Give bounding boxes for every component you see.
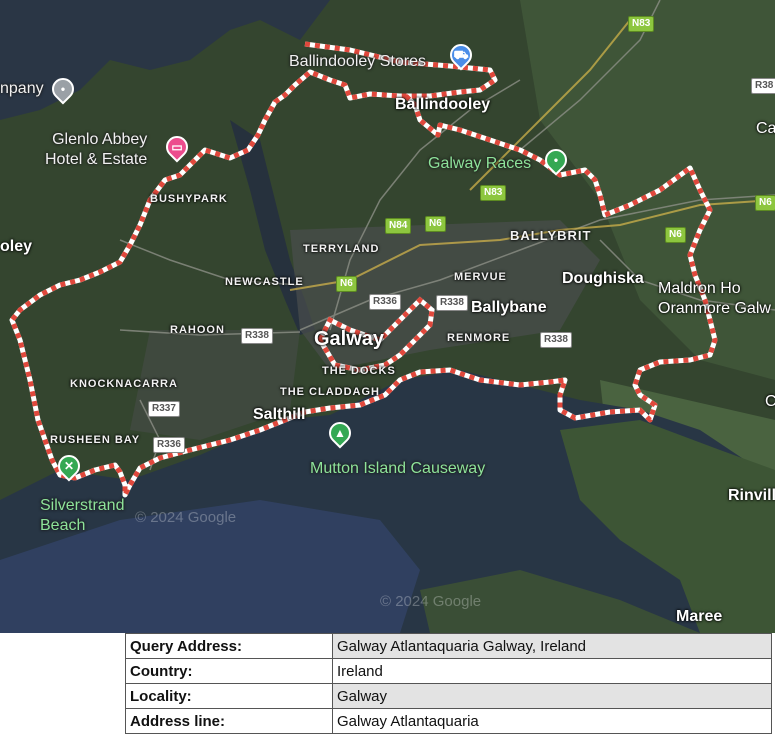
table-row: Locality: Galway <box>125 683 772 709</box>
place-ballindooley: Ballindooley <box>395 96 491 113</box>
area-ballybrit: BALLYBRIT <box>510 228 592 243</box>
place-right-edge-c: C <box>765 393 775 410</box>
road-shield-r336-b: R336 <box>153 437 185 453</box>
poi-ballindooley-stores-label[interactable]: Ballindooley Stores <box>289 53 426 71</box>
place-ballybane: Ballybane <box>471 299 547 316</box>
poi-silverstrand-label[interactable]: Silverstrand Beach <box>40 496 124 536</box>
place-rinville: Rinvill <box>728 487 775 504</box>
place-maree: Maree <box>676 608 723 625</box>
road-shield-n6-b: N6 <box>336 276 357 292</box>
poi-glenlo-abbey-label[interactable]: Glenlo Abbey Hotel & Estate <box>45 130 147 170</box>
area-rahoon: RAHOON <box>170 324 225 336</box>
address-info-table: Query Address: Galway Atlantaquaria Galw… <box>125 633 772 734</box>
road-shield-r338-a: R338 <box>241 328 273 344</box>
table-row: Query Address: Galway Atlantaquaria Galw… <box>125 633 772 659</box>
area-renmore: RENMORE <box>447 332 511 344</box>
road-shield-n83-top: N83 <box>628 16 655 32</box>
road-shield-r338-b: R338 <box>436 295 468 311</box>
road-shield-r338-c: R338 <box>540 332 572 348</box>
road-shield-n6-c: N6 <box>665 227 686 243</box>
road-shield-n83-mid: N83 <box>480 185 507 201</box>
area-mervue: MERVUE <box>454 271 507 283</box>
area-bushypark: BUSHYPARK <box>150 193 228 205</box>
table-value-country: Ireland <box>332 658 772 684</box>
road-shield-r337: R337 <box>148 401 180 417</box>
table-key-country: Country: <box>125 658 333 684</box>
road-shield-n6-right: N6 <box>755 195 775 211</box>
area-newcastle: NEWCASTLE <box>225 276 304 288</box>
table-value-query-address: Galway Atlantaquaria Galway, Ireland <box>332 633 772 659</box>
table-row: Address line: Galway Atlantaquaria <box>125 708 772 734</box>
area-rusheen-bay: RUSHEEN BAY <box>50 434 141 446</box>
road-shield-n6-a: N6 <box>425 216 446 232</box>
map-view[interactable]: Galway Doughiska Ballybane Ballindooley … <box>0 0 775 633</box>
table-row: Country: Ireland <box>125 658 772 684</box>
table-key-address-line: Address line: <box>125 708 333 734</box>
poi-mutton-island-label[interactable]: Mutton Island Causeway <box>310 460 485 478</box>
road-shield-r336-a: R336 <box>369 294 401 310</box>
place-galway: Galway <box>314 328 385 350</box>
table-key-locality: Locality: <box>125 683 333 709</box>
area-the-docks: THE DOCKS <box>322 365 396 377</box>
table-value-locality: Galway <box>332 683 772 709</box>
place-salthill: Salthill <box>253 406 306 423</box>
area-knocknacarra: KNOCKNACARRA <box>70 378 178 390</box>
map-watermark: © 2024 Google <box>380 593 482 610</box>
area-terryland: TERRYLAND <box>303 243 380 255</box>
table-value-address-line: Galway Atlantaquaria <box>332 708 772 734</box>
poi-company-label[interactable]: npany <box>0 80 44 98</box>
map-watermark: © 2024 Google <box>135 509 237 526</box>
place-left-edge: oley <box>0 238 33 255</box>
table-key-query-address: Query Address: <box>125 633 333 659</box>
place-oranmore: Maldron Ho Oranmore Galw <box>658 280 771 317</box>
place-doughiska: Doughiska <box>562 270 644 287</box>
road-shield-r38-edge: R38 <box>751 78 775 94</box>
poi-galway-races-label[interactable]: Galway Races <box>428 155 531 173</box>
area-the-claddagh: THE CLADDAGH <box>280 386 380 398</box>
road-shield-n84: N84 <box>385 218 412 234</box>
place-right-edge-ca: Ca <box>756 120 775 137</box>
